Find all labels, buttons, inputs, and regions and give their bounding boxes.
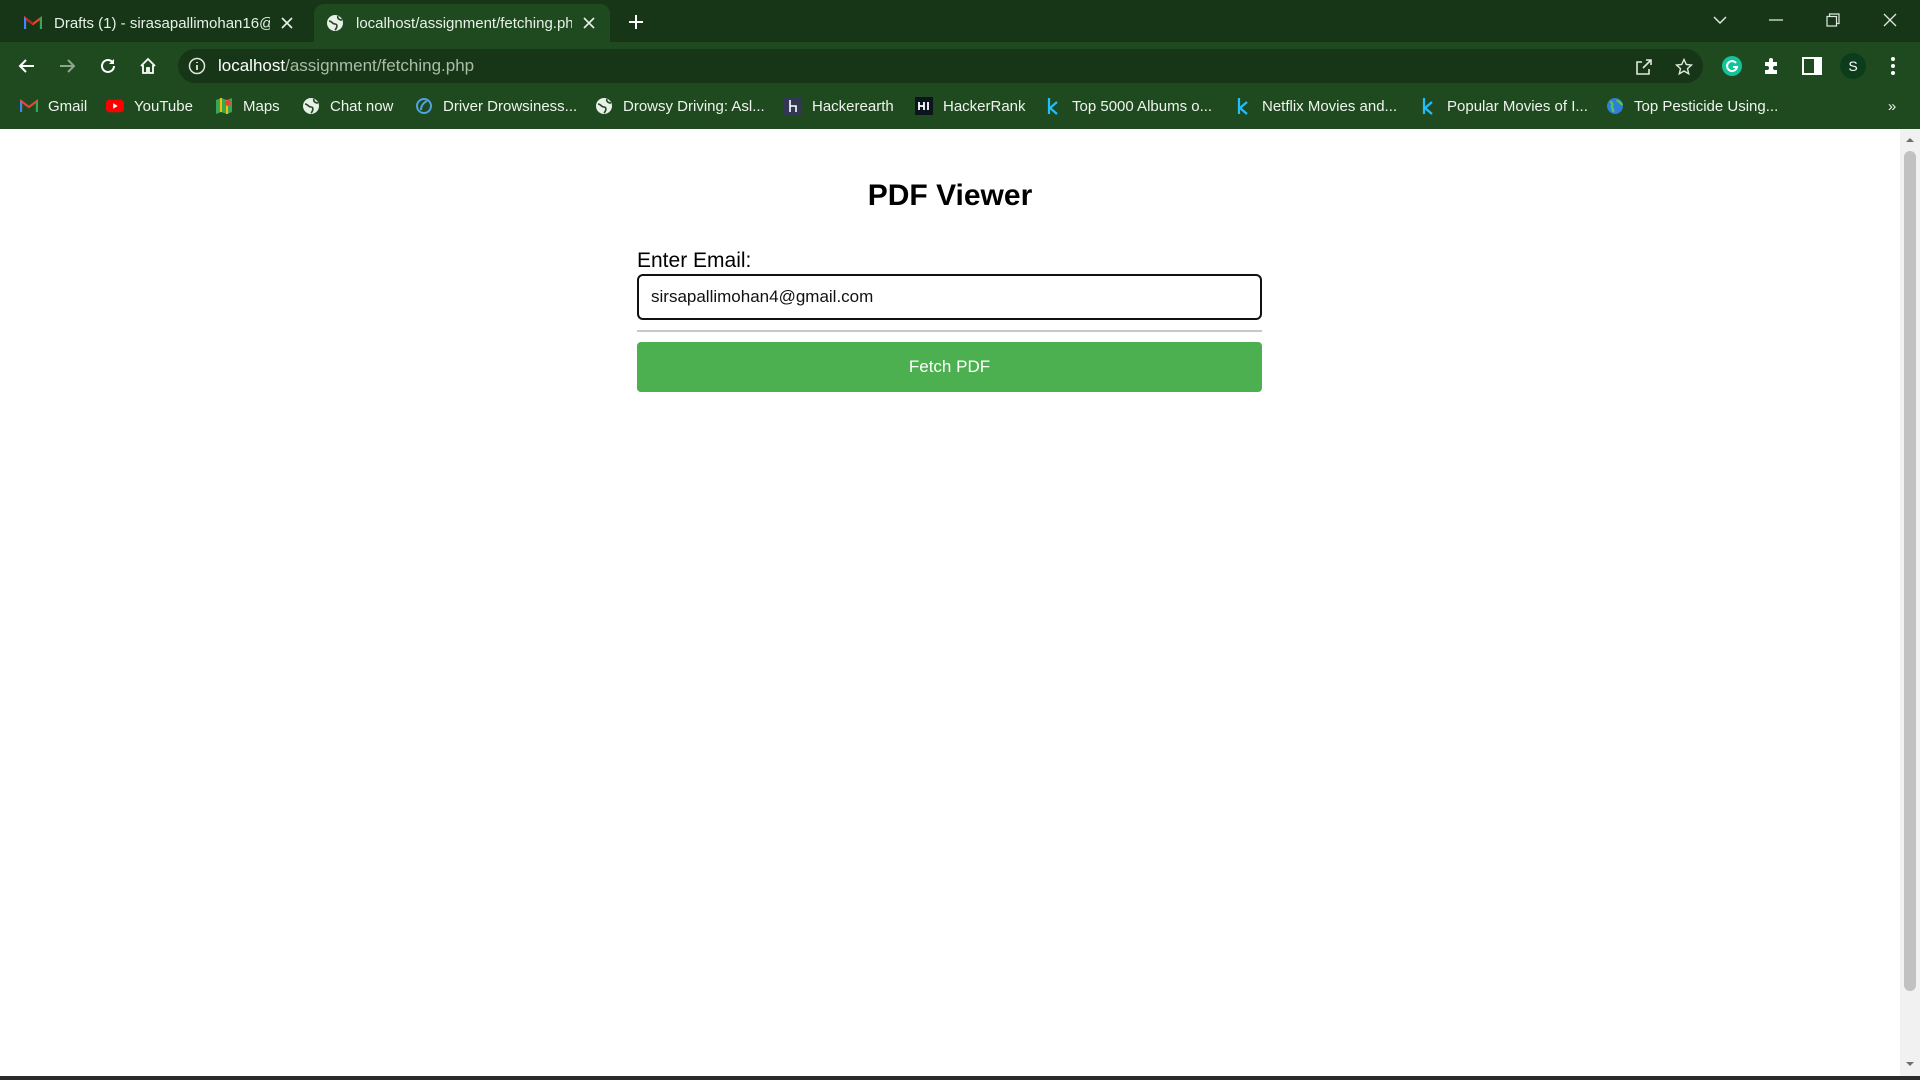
globe-icon [595, 97, 613, 115]
bookmark-maps[interactable]: Maps [215, 90, 280, 122]
bookmark-hackerrank[interactable]: HackerRank [915, 90, 1026, 122]
globe-icon [302, 97, 320, 115]
close-tab-icon[interactable] [580, 14, 598, 32]
profile-avatar[interactable]: S [1840, 53, 1866, 79]
bookmark-label: Popular Movies of I... [1447, 97, 1588, 115]
globe-icon [326, 14, 344, 32]
bookmark-label: Gmail [48, 97, 88, 115]
url-text: localhost/assignment/fetching.php [218, 49, 474, 83]
tab-localhost-fetching[interactable]: localhost/assignment/fetching.ph [314, 4, 610, 42]
kaggle-icon [1044, 97, 1062, 115]
minimize-icon[interactable] [1756, 6, 1796, 34]
bookmark-star-icon[interactable] [1674, 57, 1694, 77]
gmail-icon [24, 14, 42, 32]
email-input[interactable] [637, 274, 1262, 320]
close-window-icon[interactable] [1870, 6, 1910, 34]
bookmark-youtube[interactable]: YouTube [106, 90, 193, 122]
grammarly-icon[interactable] [1719, 53, 1745, 79]
bookmark-gmail[interactable]: Gmail [20, 90, 87, 122]
fetch-pdf-button[interactable]: Fetch PDF [637, 342, 1262, 392]
bookmark-label: Chat now [330, 97, 394, 115]
address-bar[interactable]: localhost/assignment/fetching.php [178, 49, 1703, 83]
tab-gmail-drafts[interactable]: Drafts (1) - sirasapallimohan16@ [12, 4, 308, 42]
kaggle-icon [1419, 97, 1437, 115]
reload-icon[interactable] [93, 51, 123, 81]
new-tab-icon[interactable] [622, 10, 650, 34]
bookmark-chat-now[interactable]: Chat now [302, 90, 393, 122]
hackerrank-icon [915, 97, 933, 115]
bookmark-top-pesticide[interactable]: Top Pesticide Using... [1606, 90, 1778, 122]
browser-chrome: Drafts (1) - sirasapallimohan16@ localho… [0, 0, 1920, 129]
bookmark-drowsy-driving[interactable]: Drowsy Driving: Asl... [595, 90, 765, 122]
bookmark-label: Driver Drowsiness... [443, 97, 578, 115]
bookmarks-bar: Gmail YouTube Maps Chat now Driver Drows… [0, 90, 1920, 122]
restore-icon[interactable] [1813, 6, 1853, 34]
page-content: PDF Viewer Enter Email: Fetch PDF [0, 129, 1900, 1076]
kaggle-icon [1234, 97, 1252, 115]
bookmark-label: Maps [243, 97, 280, 115]
close-tab-icon[interactable] [278, 14, 296, 32]
more-bookmarks-chevron[interactable]: » [1880, 94, 1904, 118]
bookmark-label: HackerRank [943, 97, 1026, 115]
hackerearth-icon [784, 97, 802, 115]
bookmark-label: Drowsy Driving: Asl... [623, 97, 765, 115]
back-icon[interactable] [12, 51, 42, 81]
scroll-up-icon[interactable] [1905, 135, 1915, 145]
youtube-icon [106, 97, 124, 115]
bookmark-label: Top 5000 Albums o... [1072, 97, 1213, 115]
vertical-scrollbar[interactable] [1900, 129, 1920, 1076]
bookmark-label: Top Pesticide Using... [1634, 97, 1779, 115]
bookmark-hackerearth[interactable]: Hackerearth [784, 90, 894, 122]
earth-icon [1606, 97, 1624, 115]
tab-strip: Drafts (1) - sirasapallimohan16@ localho… [0, 0, 1920, 42]
share-icon[interactable] [1634, 57, 1654, 77]
divider [637, 330, 1262, 332]
scrollbar-thumb[interactable] [1904, 151, 1916, 991]
email-label: Enter Email: [637, 249, 752, 272]
tab-title: localhost/assignment/fetching.ph [356, 14, 572, 32]
bookmark-netflix-movies[interactable]: Netflix Movies and... [1234, 90, 1397, 122]
bookmark-label: Netflix Movies and... [1262, 97, 1398, 115]
tab-search-icon[interactable] [1700, 6, 1740, 34]
url-host: localhost [218, 56, 286, 75]
site-info-icon[interactable] [188, 57, 206, 75]
url-path: /assignment/fetching.php [285, 56, 475, 75]
home-icon[interactable] [133, 51, 163, 81]
ieee-icon [415, 97, 433, 115]
bookmark-popular-movies[interactable]: Popular Movies of I... [1419, 90, 1588, 122]
gmail-icon [20, 97, 38, 115]
side-panel-icon[interactable] [1799, 53, 1825, 79]
maps-icon [215, 97, 233, 115]
tab-title: Drafts (1) - sirasapallimohan16@ [54, 14, 270, 32]
bookmark-driver-drowsiness[interactable]: Driver Drowsiness... [415, 90, 577, 122]
scroll-down-icon[interactable] [1905, 1059, 1915, 1069]
page-title: PDF Viewer [867, 179, 1033, 212]
window-bottom-border [0, 1076, 1920, 1080]
forward-icon[interactable] [52, 51, 82, 81]
extensions-icon[interactable] [1759, 53, 1785, 79]
bookmark-label: Hackerearth [812, 97, 894, 115]
bookmark-top-5000-albums[interactable]: Top 5000 Albums o... [1044, 90, 1212, 122]
bookmark-label: YouTube [134, 97, 193, 115]
menu-kebab-icon[interactable] [1880, 53, 1906, 79]
